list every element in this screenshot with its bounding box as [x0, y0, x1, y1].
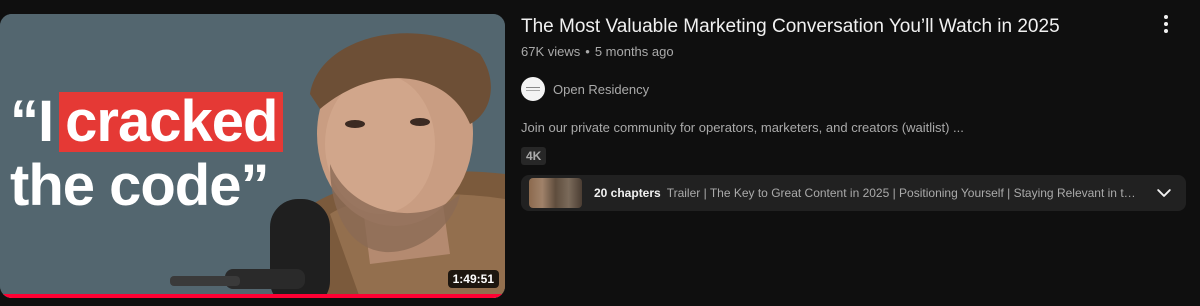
video-title[interactable]: The Most Valuable Marketing Conversation…: [521, 14, 1151, 40]
video-metadata: 67K views • 5 months ago: [521, 44, 1151, 59]
chevron-down-icon[interactable]: [1154, 183, 1174, 203]
video-result-row[interactable]: “I cracked the code” 1:49:51 The Most Val…: [0, 0, 1200, 306]
thumbnail-caption: “I cracked the code”: [10, 89, 284, 218]
chapters-bar[interactable]: 20 chapters Trailer | The Key to Great C…: [521, 175, 1186, 211]
quality-badge: 4K: [521, 147, 547, 165]
channel-logo-icon[interactable]: [521, 77, 545, 101]
separator-dot: •: [585, 44, 590, 59]
video-details: The Most Valuable Marketing Conversation…: [521, 14, 1151, 165]
watch-progress-bar: [0, 294, 505, 298]
upload-age: 5 months ago: [594, 44, 674, 59]
channel-name[interactable]: Open Residency: [553, 82, 649, 97]
watch-progress-fill: [0, 294, 505, 298]
channel-info[interactable]: Open Residency: [521, 77, 1151, 101]
video-thumbnail[interactable]: “I cracked the code” 1:49:51: [0, 14, 505, 298]
view-count: 67K views: [521, 44, 581, 59]
thumbnail-caption-prefix: “I: [10, 89, 54, 154]
video-description-snippet: Join our private community for operators…: [521, 120, 964, 135]
chapter-thumbnail: [529, 178, 582, 208]
chapters-titles: Trailer | The Key to Great Content in 20…: [666, 186, 1137, 200]
duration-badge: 1:49:51: [447, 270, 499, 288]
more-vertical-icon[interactable]: [1154, 12, 1178, 36]
thumbnail-caption-line2: the code”: [10, 153, 270, 218]
thumbnail-caption-highlight: cracked: [59, 92, 284, 152]
chapters-count: 20 chapters: [594, 186, 661, 200]
